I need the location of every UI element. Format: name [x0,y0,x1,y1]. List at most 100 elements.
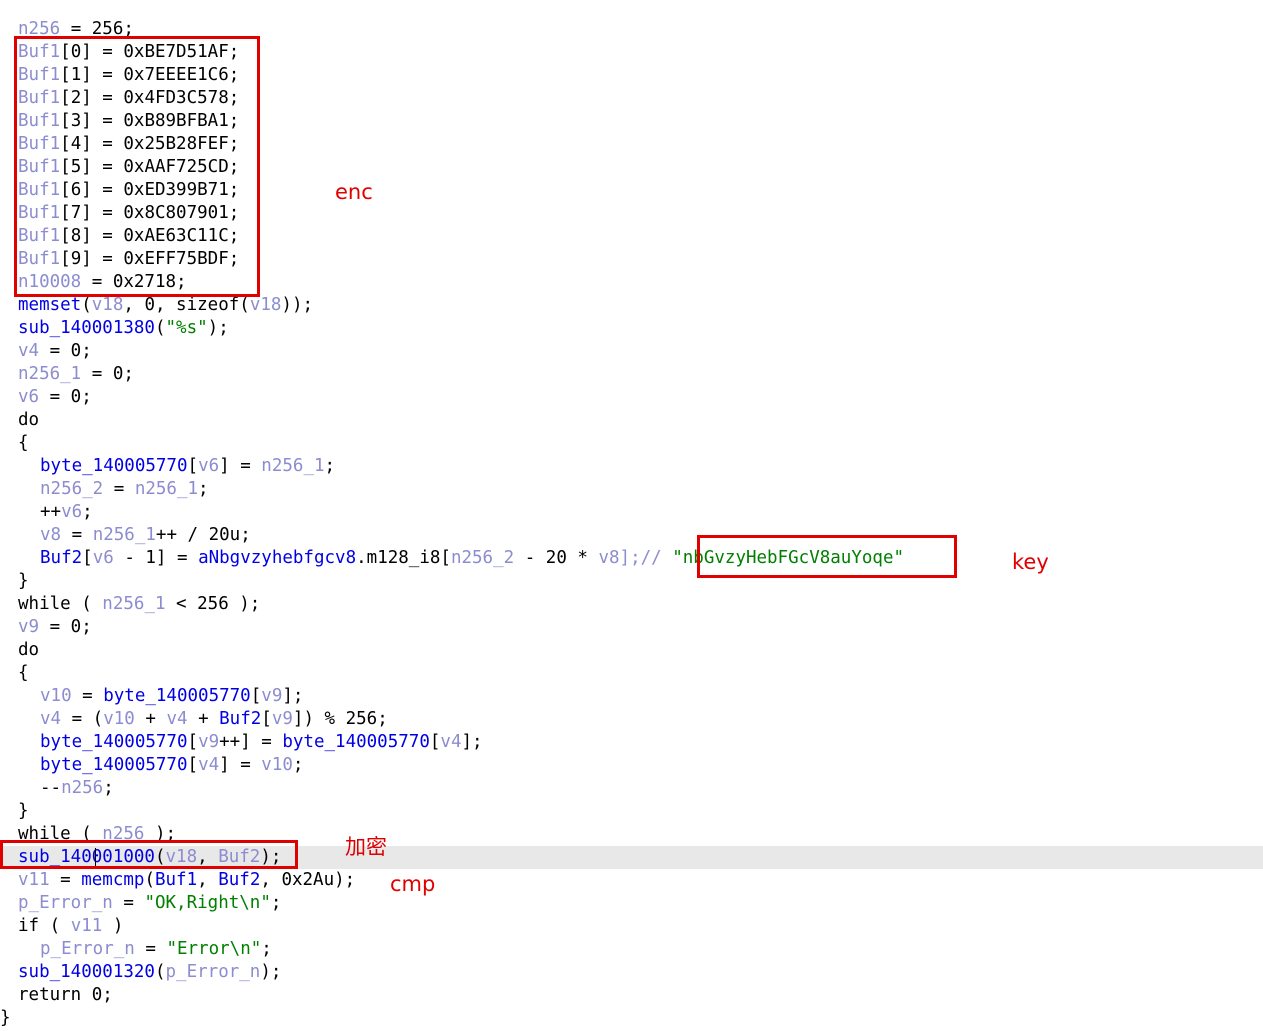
code-token[interactable]: memset [18,295,81,315]
code-line[interactable]: v9 = 0; [0,616,1263,639]
code-token[interactable]: v9 [261,686,282,706]
code-line[interactable]: --n256; [0,777,1263,800]
code-token: return 0; [18,985,113,1005]
code-token[interactable]: v11 [18,870,50,890]
code-line[interactable]: } [0,1007,1263,1030]
code-token: if ( [18,916,71,936]
code-token[interactable]: v6 [93,548,114,568]
code-token: + [134,709,167,729]
code-token[interactable]: v6 [18,387,39,407]
code-token: ( [81,295,92,315]
code-line[interactable]: byte_140005770[v4] = v10; [0,754,1263,777]
enc-annotation: enc [335,180,373,204]
code-token[interactable]: v10 [40,686,72,706]
code-token: = [134,939,167,959]
code-token[interactable]: sub_140001380 [18,318,155,338]
code-token[interactable]: byte_140005770 [40,755,188,775]
code-token[interactable]: v11 [71,916,103,936]
code-line[interactable]: return 0; [0,984,1263,1007]
code-token[interactable]: p_Error_n [166,962,261,982]
code-token[interactable]: v10 [261,755,293,775]
code-line[interactable]: Buf2[v6 - 1] = aNbgvzyhebfgcv8.m128_i8[n… [0,547,1263,570]
code-token: [ [187,732,199,752]
code-token[interactable]: Buf2 [40,548,82,568]
code-token[interactable]: v9 [18,617,39,637]
code-line[interactable]: p_Error_n = "Error\n"; [0,938,1263,961]
code-line[interactable]: } [0,800,1263,823]
code-token[interactable]: aNbgvzyhebfgcv8 [198,548,356,568]
code-token[interactable]: v9 [198,732,219,752]
pseudocode-editor[interactable]: n256 = 256; Buf1[0] = 0xBE7D51AF; Buf1[1… [0,0,1263,1031]
code-token: - 1] = [113,548,199,568]
code-token[interactable]: Buf1 [155,870,197,890]
code-line[interactable]: ++v6; [0,501,1263,524]
code-token[interactable]: v9 [272,709,293,729]
code-token[interactable]: v4 [18,341,39,361]
code-line[interactable]: do [0,409,1263,432]
code-token[interactable]: v4 [40,709,61,729]
code-line[interactable]: sub_140001380("%s"); [0,317,1263,340]
code-line[interactable]: v6 = 0; [0,386,1263,409]
code-token: } [18,571,29,591]
code-line[interactable]: byte_140005770[v6] = n256_1; [0,455,1263,478]
code-line[interactable]: } [0,570,1263,593]
code-token[interactable]: Buf2 [218,870,260,890]
code-line[interactable]: v10 = byte_140005770[v9]; [0,685,1263,708]
code-token[interactable]: "OK,Right\n" [144,893,270,913]
code-line[interactable]: { [0,432,1263,455]
code-token[interactable]: byte_140005770 [40,732,188,752]
code-token[interactable]: n256_1 [18,364,81,384]
code-line[interactable]: if ( v11 ) [0,915,1263,938]
code-token: , 0, sizeof( [123,295,250,315]
code-line[interactable]: n256_2 = n256_1; [0,478,1263,501]
code-line[interactable]: byte_140005770[v9++] = byte_140005770[v4… [0,731,1263,754]
code-token[interactable]: byte_140005770 [282,732,430,752]
code-token[interactable]: v4 [440,732,461,752]
code-token[interactable]: Buf2 [219,709,261,729]
code-line[interactable]: sub_140001320(p_Error_n); [0,961,1263,984]
code-token: ; [82,502,93,522]
code-token[interactable]: v4 [166,709,187,729]
code-token: = 0; [39,387,92,407]
code-token: } [18,801,29,821]
code-token: - 20 * [514,548,599,568]
code-token: ]; [282,686,304,706]
key-highlight-box [697,535,957,578]
code-token[interactable]: v6 [61,502,82,522]
code-token[interactable]: "Error\n" [166,939,261,959]
code-token[interactable]: n256_1 [93,525,156,545]
code-line[interactable]: { [0,662,1263,685]
code-token[interactable]: v10 [103,709,135,729]
code-token[interactable]: byte_140005770 [103,686,251,706]
code-token[interactable]: n256_2 [40,479,103,499]
code-token[interactable]: sub_140001320 [18,962,155,982]
code-token[interactable]: n256_1 [135,479,198,499]
code-token[interactable]: v6 [198,456,219,476]
code-token: [ [187,755,199,775]
code-token: ] = [219,755,262,775]
code-line[interactable]: v8 = n256_1++ / 20u; [0,524,1263,547]
code-token[interactable]: v18 [250,295,282,315]
code-line[interactable]: v4 = 0; [0,340,1263,363]
code-token[interactable]: v8 [40,525,61,545]
code-token[interactable]: v18 [92,295,124,315]
code-token[interactable]: byte_140005770 [40,456,188,476]
code-line[interactable]: v11 = memcmp(Buf1, Buf2, 0x2Au); [0,869,1263,892]
code-token[interactable]: p_Error_n [18,893,113,913]
code-token: ; [198,479,209,499]
code-line[interactable]: do [0,639,1263,662]
code-token[interactable]: v8 [598,548,619,568]
code-line[interactable]: v4 = (v10 + v4 + Buf2[v9]) % 256; [0,708,1263,731]
code-token[interactable]: p_Error_n [40,939,135,959]
code-token[interactable]: n256_1 [102,594,165,614]
code-token[interactable]: n256 [61,778,103,798]
code-token[interactable]: v4 [198,755,219,775]
code-token[interactable]: "%s" [166,318,208,338]
code-line[interactable]: p_Error_n = "OK,Right\n"; [0,892,1263,915]
code-token[interactable]: n256_1 [261,456,324,476]
code-line[interactable]: n256_1 = 0; [0,363,1263,386]
code-line[interactable]: while ( n256_1 < 256 ); [0,593,1263,616]
code-token[interactable]: memcmp [81,870,144,890]
code-token[interactable]: n256_2 [451,548,514,568]
code-line[interactable]: memset(v18, 0, sizeof(v18)); [0,294,1263,317]
